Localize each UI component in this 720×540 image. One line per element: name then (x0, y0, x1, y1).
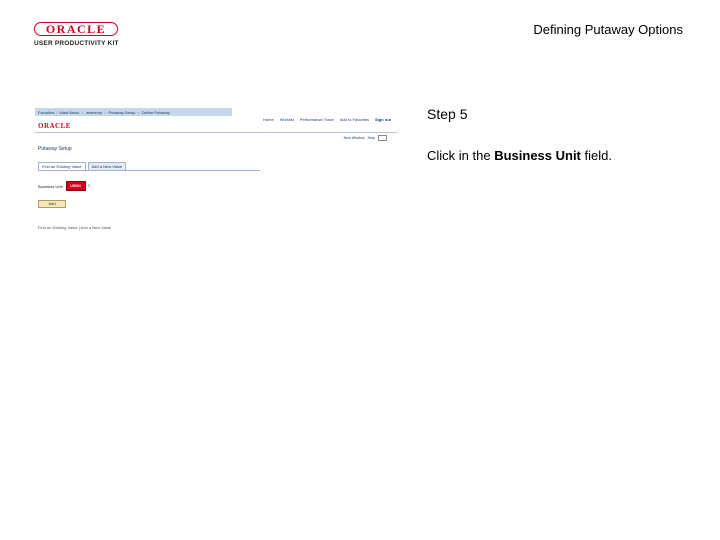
breadcrumb-bar: Favorites | Main Menu > Inventory > Puta… (35, 108, 232, 116)
business-unit-label: Business Unit: (38, 183, 64, 189)
app-brand-logo: ORACLE (38, 122, 71, 130)
nav-separator: > (137, 109, 140, 115)
help-link[interactable]: Help (368, 136, 375, 140)
instruction-suffix: field. (580, 148, 612, 163)
nav-item-main-menu[interactable]: Main Menu (60, 110, 80, 115)
nav-item-favorites[interactable]: Favorites (38, 110, 54, 115)
add-to-favorites-link[interactable]: Add to Favorites (340, 117, 369, 122)
worklist-link[interactable]: Worklist (280, 117, 294, 122)
add-button[interactable]: Add (38, 200, 66, 208)
bottom-search-links[interactable]: Find an Existing Value | Add a New Value (38, 225, 111, 230)
instruction-field-name: Business Unit (494, 148, 581, 163)
customize-icon[interactable] (378, 135, 387, 141)
logo-product-name: USER PRODUCTIVITY KIT (34, 40, 119, 47)
nav-separator: > (81, 109, 84, 115)
page-title: Putaway Setup (38, 146, 72, 152)
application-screenshot: Favorites | Main Menu > Inventory > Puta… (35, 108, 397, 238)
header-links: Home Worklist Performance Trace Add to F… (263, 117, 391, 122)
sign-out-link[interactable]: Sign out (375, 117, 391, 122)
nav-separator: > (104, 109, 107, 115)
new-window-link[interactable]: New Window (344, 136, 365, 140)
nav-item-define-putaway[interactable]: Define Putaway (142, 110, 170, 115)
nav-item-putaway-setup[interactable]: Putaway Setup (108, 110, 135, 115)
performance-trace-link[interactable]: Performance Trace (300, 117, 334, 122)
slide-title: Defining Putaway Options (533, 22, 683, 37)
step-instruction: Click in the Business Unit field. (427, 148, 612, 163)
business-unit-row: Business Unit: US001 ⌕ (38, 181, 90, 191)
logo-wordmark: ORACLE (34, 22, 118, 36)
business-unit-input[interactable]: US001 (65, 181, 86, 191)
tab-divider (38, 170, 260, 171)
header-divider (35, 132, 397, 133)
nav-separator: | (56, 109, 58, 115)
home-link[interactable]: Home (263, 117, 274, 122)
page-utility-links: New Window Help (344, 135, 387, 141)
instruction-prefix: Click in the (427, 148, 495, 163)
step-label: Step 5 (427, 106, 468, 122)
oracle-upk-logo: ORACLE USER PRODUCTIVITY KIT (34, 22, 126, 47)
lookup-icon[interactable]: ⌕ (88, 183, 91, 189)
nav-item-inventory[interactable]: Inventory (86, 110, 102, 115)
